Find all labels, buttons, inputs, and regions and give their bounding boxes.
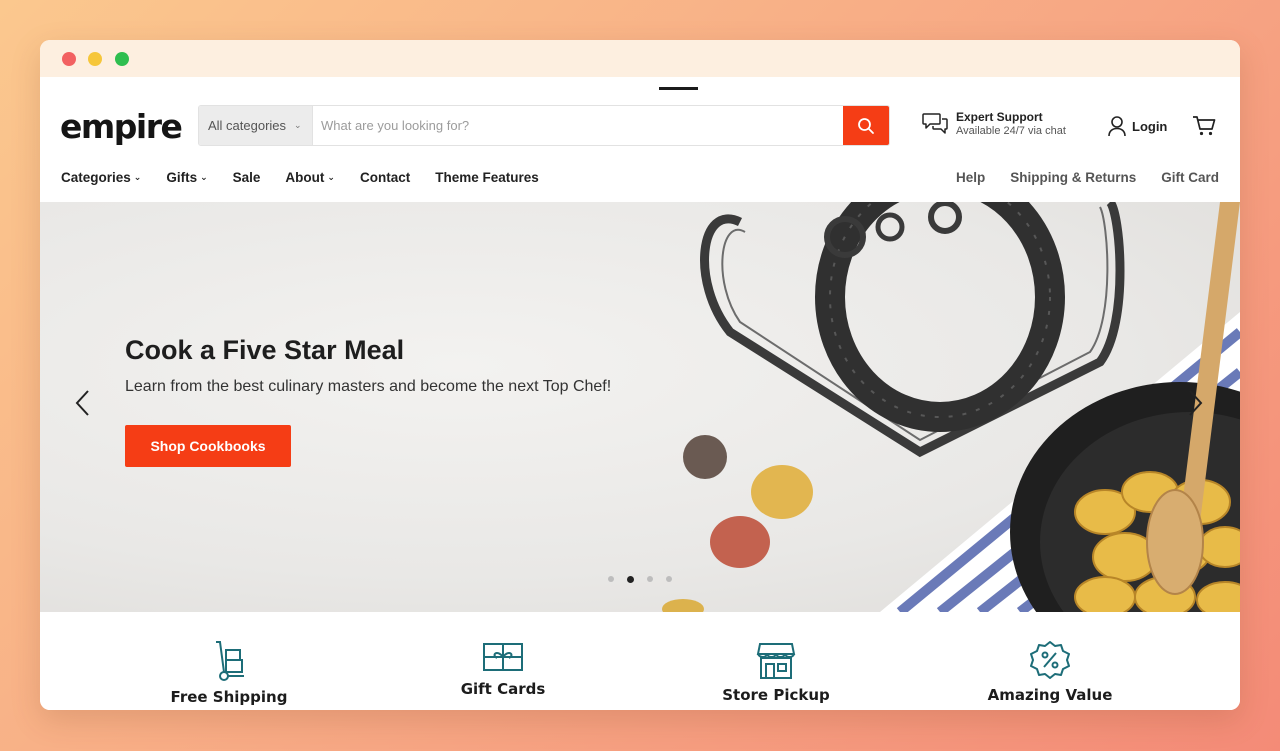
nav-label: Theme Features xyxy=(435,170,539,185)
minimize-window-button[interactable] xyxy=(88,52,102,66)
shop-cookbooks-button[interactable]: Shop Cookbooks xyxy=(125,425,291,467)
support-title: Expert Support xyxy=(956,110,1043,124)
chevron-down-icon: ⌄ xyxy=(200,172,208,182)
nav-item-about[interactable]: About ⌄ xyxy=(285,170,335,185)
hero-title: Cook a Five Star Meal xyxy=(125,335,405,365)
feature-store-pickup[interactable]: Store Pickup xyxy=(676,640,876,704)
support-subtitle: Available 24/7 via chat xyxy=(956,125,1066,137)
chevron-left-icon xyxy=(75,390,89,416)
gift-card-icon xyxy=(483,643,523,671)
main-navigation: Categories ⌄ Gifts ⌄ Sale About ⌄ Contact T… xyxy=(61,170,564,185)
search-input[interactable] xyxy=(313,106,843,145)
hero-image xyxy=(662,202,1240,612)
percent-badge-icon xyxy=(1030,641,1070,679)
nav-link-help[interactable]: Help xyxy=(956,170,985,185)
slide-dot-active[interactable] xyxy=(627,576,634,583)
expert-support-link[interactable]: Expert Support Available 24/7 via chat xyxy=(922,110,1066,137)
nav-link-gift-card[interactable]: Gift Card xyxy=(1161,170,1219,185)
slideshow-next-button[interactable] xyxy=(1186,388,1204,423)
slide-dot[interactable] xyxy=(647,576,653,582)
nav-label: About xyxy=(285,170,325,185)
login-link[interactable]: Login xyxy=(1107,115,1167,137)
nav-label: Categories xyxy=(61,170,131,185)
cart-button[interactable] xyxy=(1192,115,1216,142)
slide-dot[interactable] xyxy=(608,576,614,582)
nav-item-categories[interactable]: Categories ⌄ xyxy=(61,170,141,185)
slide-dot[interactable] xyxy=(666,576,672,582)
user-icon xyxy=(1108,116,1126,137)
nav-item-contact[interactable]: Contact xyxy=(360,170,410,185)
hero-slideshow: Cook a Five Star Meal Learn from the bes… xyxy=(40,202,1240,612)
search-category-select[interactable]: All categories ⌄ xyxy=(199,106,313,145)
site-header: empire All categories ⌄ Expert Support xyxy=(40,105,1240,147)
slideshow-pagination xyxy=(608,576,685,583)
chevron-right-icon xyxy=(1189,390,1203,416)
storefront-icon xyxy=(756,643,796,679)
search-category-label: All categories xyxy=(208,118,287,133)
hand-truck-icon xyxy=(216,641,244,681)
nav-item-theme-features[interactable]: Theme Features xyxy=(435,170,539,185)
feature-label: Gift Cards xyxy=(460,680,546,698)
login-label: Login xyxy=(1132,118,1168,134)
nav-link-shipping-returns[interactable]: Shipping & Returns xyxy=(1010,170,1136,185)
chevron-down-icon: ⌄ xyxy=(327,172,335,182)
browser-window: empire All categories ⌄ Expert Support xyxy=(40,40,1240,710)
hero-subtitle: Learn from the best culinary masters and… xyxy=(125,378,612,395)
secondary-navigation: Help Shipping & Returns Gift Card xyxy=(931,170,1219,185)
feature-amazing-value[interactable]: Amazing Value xyxy=(950,640,1150,704)
feature-label: Amazing Value xyxy=(987,686,1113,704)
nav-label: Gifts xyxy=(166,170,198,185)
nav-label: Contact xyxy=(359,170,411,185)
feature-label: Store Pickup xyxy=(722,686,830,704)
search-icon xyxy=(858,117,874,134)
features-row: Free Shipping Gift Cards Store Pickup Am… xyxy=(40,612,1240,710)
feature-gift-cards[interactable]: Gift Cards xyxy=(403,640,603,698)
cart-icon xyxy=(1193,116,1216,136)
nav-item-gifts[interactable]: Gifts ⌄ xyxy=(166,170,207,185)
close-window-button[interactable] xyxy=(62,52,76,66)
slideshow-prev-button[interactable] xyxy=(74,388,92,423)
chat-bubbles-icon xyxy=(922,112,948,134)
search-bar: All categories ⌄ xyxy=(198,105,890,146)
maximize-window-button[interactable] xyxy=(115,52,129,66)
nav-item-sale[interactable]: Sale xyxy=(233,170,261,185)
nav-label: Sale xyxy=(232,170,261,185)
feature-label: Free Shipping xyxy=(170,688,288,706)
announcement-bar-tab[interactable] xyxy=(659,87,698,90)
chevron-down-icon: ⌄ xyxy=(294,120,302,130)
site-logo[interactable]: empire xyxy=(60,107,183,146)
title-bar xyxy=(40,40,1240,77)
chevron-down-icon: ⌄ xyxy=(133,172,142,182)
feature-free-shipping[interactable]: Free Shipping xyxy=(129,640,329,706)
search-button[interactable] xyxy=(843,106,889,145)
